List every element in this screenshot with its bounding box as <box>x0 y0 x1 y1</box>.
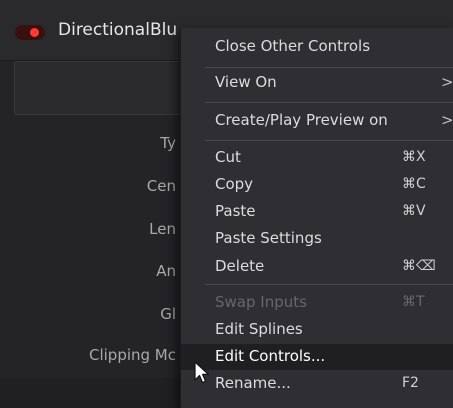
menu-item-delete[interactable]: Delete ⌘⌫ <box>181 254 453 280</box>
menu-item-label: View On <box>215 73 277 91</box>
chevron-right-icon: > <box>441 73 453 91</box>
menu-item-label: Close Other Controls <box>215 37 371 55</box>
menu-item-create-play-preview[interactable]: Create/Play Preview on > <box>181 108 453 134</box>
param-label-type: Ty <box>160 134 176 152</box>
menu-separator <box>205 140 453 141</box>
menu-item-shortcut: ⌘X <box>402 149 426 165</box>
menu-item-label: Cut <box>215 148 241 166</box>
menu-item-label: Paste Settings <box>215 229 322 247</box>
mouse-pointer-icon <box>194 361 210 384</box>
menu-item-shortcut: ⌘T <box>402 294 425 310</box>
menu-item-label: Edit Controls... <box>215 347 326 365</box>
node-enable-toggle[interactable] <box>14 24 46 41</box>
menu-item-swap-inputs: Swap Inputs ⌘T <box>181 290 453 316</box>
chevron-right-icon: > <box>441 111 453 129</box>
menu-item-shortcut: F2 <box>402 375 419 391</box>
menu-item-close-other-controls[interactable]: Close Other Controls <box>181 34 453 60</box>
menu-separator <box>205 102 453 103</box>
menu-item-shortcut: ⌘V <box>402 203 426 219</box>
menu-item-view-on[interactable]: View On > <box>181 70 453 96</box>
menu-item-label: Rename... <box>215 374 291 392</box>
menu-item-paste-settings[interactable]: Paste Settings <box>181 226 453 252</box>
menu-item-label: Swap Inputs <box>215 293 307 311</box>
param-label-glow: Gl <box>160 305 176 323</box>
menu-separator <box>205 67 453 68</box>
menu-item-copy[interactable]: Copy ⌘C <box>181 172 453 198</box>
menu-item-label: Paste <box>215 202 256 220</box>
menu-item-label: Delete <box>215 257 265 275</box>
context-menu: Close Other Controls View On > Create/Pl… <box>180 28 453 408</box>
menu-item-shortcut: ⌘C <box>402 176 426 192</box>
param-label-clipping-mode: Clipping Mc <box>88 346 176 364</box>
menu-item-edit-controls[interactable]: Edit Controls... <box>181 344 453 370</box>
param-label-length: Len <box>149 220 176 238</box>
menu-item-label: Create/Play Preview on <box>215 111 388 129</box>
menu-item-shortcut: ⌘⌫ <box>402 258 436 274</box>
menu-item-cut[interactable]: Cut ⌘X <box>181 145 453 171</box>
menu-item-rename[interactable]: Rename... F2 <box>181 371 453 397</box>
node-toggle-icon <box>30 28 39 37</box>
menu-separator <box>205 284 453 285</box>
menu-item-label: Copy <box>215 175 254 193</box>
menu-item-edit-splines[interactable]: Edit Splines <box>181 317 453 343</box>
param-label-center: Cen <box>146 177 176 195</box>
menu-item-label: Edit Splines <box>215 320 303 338</box>
menu-item-paste[interactable]: Paste ⌘V <box>181 199 453 225</box>
node-title: DirectionalBlu <box>58 20 178 40</box>
param-label-angle: An <box>156 262 176 280</box>
